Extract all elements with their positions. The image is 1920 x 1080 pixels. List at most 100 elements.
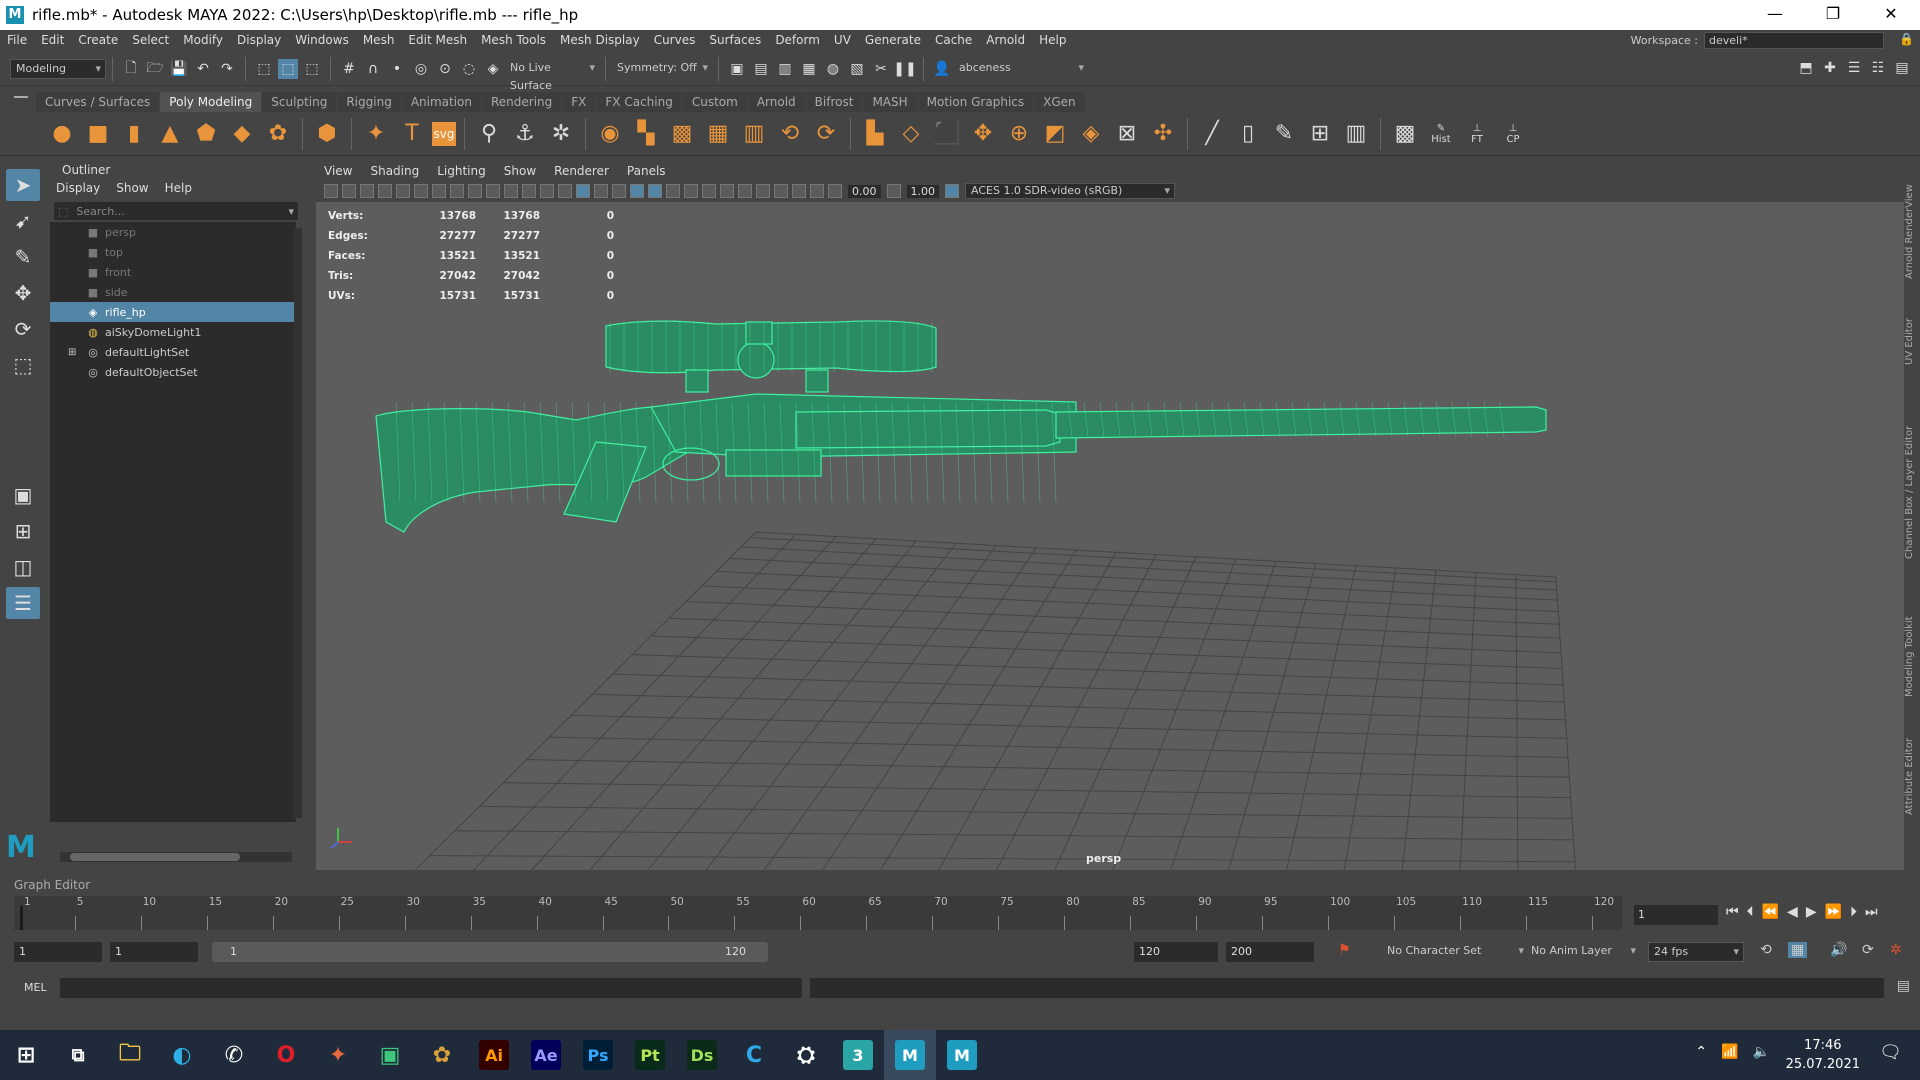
menu-select[interactable]: Select: [125, 30, 176, 50]
select-tool-icon[interactable]: ➤: [6, 169, 40, 201]
append-polygon-icon[interactable]: ◩: [1039, 118, 1071, 150]
anti-aliasing-icon[interactable]: [720, 184, 734, 198]
insert-loop-icon[interactable]: ⊞: [1304, 118, 1336, 150]
scale-tool-icon[interactable]: ⬚: [6, 349, 40, 381]
playback-start-field[interactable]: 1: [110, 942, 198, 962]
select-component-icon[interactable]: ⬚: [302, 59, 322, 79]
menu-mesh-tools[interactable]: Mesh Tools: [474, 30, 553, 50]
textured-icon[interactable]: [630, 184, 644, 198]
file-explorer-icon[interactable]: 🗀: [104, 1030, 156, 1080]
offset-loop-icon[interactable]: ▥: [1340, 118, 1372, 150]
outliner-horizontal-scrollbar[interactable]: [60, 852, 292, 862]
shelf-tab-bifrost[interactable]: Bifrost: [805, 92, 863, 112]
menu-display[interactable]: Display: [230, 30, 288, 50]
open-scene-icon[interactable]: 🗁: [145, 59, 165, 79]
shelf-tab-rigging[interactable]: Rigging: [337, 92, 401, 112]
extrude-icon[interactable]: ▙: [859, 118, 891, 150]
menu-help[interactable]: Help: [1032, 30, 1073, 50]
image-plane-icon[interactable]: [378, 184, 392, 198]
fill-hole-icon[interactable]: ⊕: [1003, 118, 1035, 150]
boolean-icon[interactable]: ▦: [702, 118, 734, 150]
viewport-menu-lighting[interactable]: Lighting: [437, 164, 486, 178]
menu-edit-mesh[interactable]: Edit Mesh: [401, 30, 474, 50]
paint-select-icon[interactable]: ✎: [6, 241, 40, 273]
step-back-frame-icon[interactable]: ⏪: [1762, 904, 1779, 920]
outliner-item-front[interactable]: ■ front: [50, 262, 296, 282]
animation-start-field[interactable]: 1: [14, 942, 102, 962]
viewport-menu-view[interactable]: View: [324, 164, 352, 178]
smooth-icon[interactable]: ▩: [666, 118, 698, 150]
shelf-tab-mash[interactable]: MASH: [863, 92, 917, 112]
xray-joints-icon[interactable]: [792, 184, 806, 198]
step-forward-key-icon[interactable]: ⏵: [1850, 904, 1857, 920]
menu-deform[interactable]: Deform: [768, 30, 827, 50]
edge-icon[interactable]: ◐: [156, 1030, 208, 1080]
exposure-field[interactable]: 0.00: [848, 184, 881, 198]
shelf-tab-fx[interactable]: FX: [562, 92, 596, 112]
vpn-app-icon[interactable]: ▣: [364, 1030, 416, 1080]
snap-projected-icon[interactable]: ◎: [411, 59, 431, 79]
outliner-layout-icon[interactable]: ☰: [6, 587, 40, 619]
bookmark-icon[interactable]: [360, 184, 374, 198]
rotate-tool-icon[interactable]: ⟳: [6, 313, 40, 345]
gate-mask-icon[interactable]: [486, 184, 500, 198]
poly-sphere-icon[interactable]: ●: [46, 118, 78, 150]
outliner-item-skydome[interactable]: ◍ aiSkyDomeLight1: [50, 322, 296, 342]
move-tool-icon[interactable]: ✥: [6, 277, 40, 309]
shadows-icon[interactable]: [666, 184, 680, 198]
whatsapp-icon[interactable]: ✆: [208, 1030, 260, 1080]
menu-uv[interactable]: UV: [827, 30, 858, 50]
viewport-menu-shading[interactable]: Shading: [370, 164, 419, 178]
cache-playback-icon[interactable]: ▦: [1788, 942, 1808, 958]
arnold-ipr-icon[interactable]: ✂: [871, 59, 891, 79]
shelf-tab-motion-graphics[interactable]: Motion Graphics: [917, 92, 1034, 112]
3ds-max-icon[interactable]: 3: [832, 1030, 884, 1080]
viewport-menu-panels[interactable]: Panels: [627, 164, 666, 178]
shelf-tab-xgen[interactable]: XGen: [1034, 92, 1085, 112]
menu-generate[interactable]: Generate: [858, 30, 928, 50]
menu-cache[interactable]: Cache: [928, 30, 979, 50]
poke-icon[interactable]: ⊠: [1111, 118, 1143, 150]
smooth-shade-icon[interactable]: [576, 184, 590, 198]
single-perspective-layout-icon[interactable]: ▣: [6, 479, 40, 511]
script-editor-icon[interactable]: ▤: [1897, 978, 1910, 994]
poly-disc-icon[interactable]: ✿: [262, 118, 294, 150]
xray-icon[interactable]: [774, 184, 788, 198]
current-frame-field[interactable]: 1: [1634, 905, 1718, 925]
checker-icon[interactable]: ▩: [1389, 118, 1421, 150]
tab-uv-editor[interactable]: UV Editor: [1904, 302, 1920, 382]
bevel-edge-icon[interactable]: ✥: [967, 118, 999, 150]
viewport-menu-show[interactable]: Show: [504, 164, 536, 178]
animation-end-field[interactable]: 200: [1226, 942, 1314, 962]
xray-components-icon[interactable]: [810, 184, 824, 198]
bridge-icon[interactable]: ◇: [895, 118, 927, 150]
shelf-tab-curves-surfaces[interactable]: Curves / Surfaces: [36, 92, 160, 112]
chevron-down-icon[interactable]: ▾: [288, 205, 294, 218]
tool-settings-toggle-icon[interactable]: ☷: [1868, 58, 1888, 78]
wireframe-icon[interactable]: [558, 184, 572, 198]
depth-of-field-icon[interactable]: [738, 184, 752, 198]
poly-cube-icon[interactable]: ■: [82, 118, 114, 150]
tab-arnold-renderview[interactable]: Arnold RenderView: [1904, 172, 1920, 292]
render-settings-icon[interactable]: ▦: [799, 59, 819, 79]
arnold-render-icon[interactable]: ▧: [847, 59, 867, 79]
restore-icon[interactable]: ❐: [1804, 0, 1862, 30]
motion-blur-icon[interactable]: [702, 184, 716, 198]
channel-box-toggle-icon[interactable]: ▤: [1892, 58, 1912, 78]
minimize-icon[interactable]: —: [1746, 0, 1804, 30]
taskbar-clock[interactable]: 17:46 25.07.2021: [1786, 1036, 1860, 1074]
c-app-icon[interactable]: C: [728, 1030, 780, 1080]
task-view-icon[interactable]: ⧉: [52, 1030, 104, 1080]
gamma-field[interactable]: 1.00: [906, 184, 939, 198]
camera-select-icon[interactable]: [324, 184, 338, 198]
bevel-icon[interactable]: ⬛: [931, 118, 963, 150]
shelf-tab-custom[interactable]: Custom: [682, 92, 747, 112]
super-shape-icon[interactable]: ✦: [360, 118, 392, 150]
outliner-vertical-scrollbar[interactable]: [294, 228, 302, 818]
pause-icon[interactable]: ❚❚: [893, 59, 916, 79]
step-back-key-icon[interactable]: ⏴: [1747, 904, 1754, 920]
safe-title-icon[interactable]: [540, 184, 554, 198]
menu-mesh[interactable]: Mesh: [356, 30, 402, 50]
step-forward-frame-icon[interactable]: ⏩: [1825, 904, 1842, 920]
wifi-icon[interactable]: 📶: [1721, 1044, 1738, 1060]
